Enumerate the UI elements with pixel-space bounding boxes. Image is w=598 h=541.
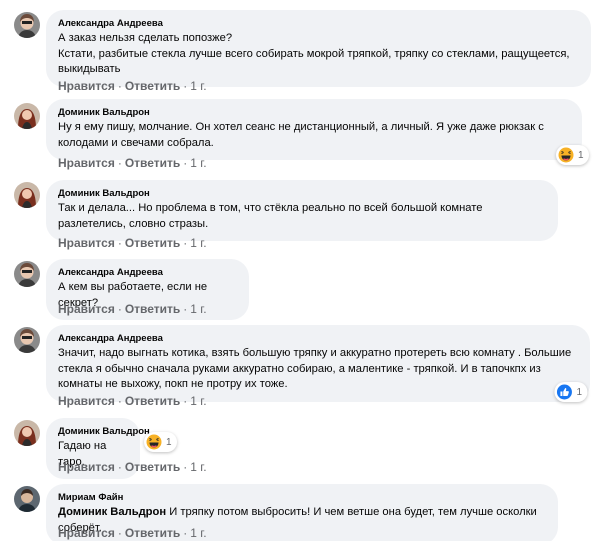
comment-time[interactable]: 1 г. <box>190 394 206 408</box>
like-button[interactable]: Нравится <box>58 394 115 408</box>
like-icon <box>556 384 572 400</box>
avatar[interactable] <box>14 12 40 38</box>
comment-time[interactable]: 1 г. <box>190 79 206 93</box>
like-button[interactable]: Нравится <box>58 302 115 316</box>
reply-button[interactable]: Ответить <box>125 526 180 540</box>
like-button[interactable]: Нравится <box>58 79 115 93</box>
comment-actions: Нравится · Ответить · 1 г. <box>58 236 207 250</box>
like-button[interactable]: Нравится <box>58 156 115 170</box>
reaction-count: 1 <box>576 386 582 398</box>
comment-text: Так и делала... Но проблема в том, что с… <box>58 202 483 230</box>
comment-time[interactable]: 1 г. <box>190 302 206 316</box>
comment-text: Ну я ему пишу, молчание. Он хотел сеанс … <box>58 121 544 149</box>
comment-author[interactable]: Мириам Файн <box>58 492 546 504</box>
comment-author[interactable]: Александра Андреева <box>58 267 237 279</box>
comment-bubble: Александра Андреева Значит, надо выгнать… <box>46 325 590 402</box>
comment-bubble: Доминик Вальдрон Так и делала... Но проб… <box>46 180 558 241</box>
comment-text: Значит, надо выгнать котика, взять больш… <box>58 347 572 390</box>
reply-button[interactable]: Ответить <box>125 79 180 93</box>
comment-author[interactable]: Александра Андреева <box>58 18 579 30</box>
comment-actions: Нравится · Ответить · 1 г. <box>58 302 207 316</box>
like-button[interactable]: Нравится <box>58 460 115 474</box>
reaction-count: 1 <box>166 436 172 448</box>
comment-actions: Нравится · Ответить · 1 г. <box>58 460 207 474</box>
avatar[interactable] <box>14 486 40 512</box>
reaction-summary[interactable]: 1 <box>556 145 589 165</box>
avatar[interactable] <box>14 420 40 446</box>
haha-icon <box>146 434 162 450</box>
comment-actions: Нравится · Ответить · 1 г. <box>58 394 207 408</box>
reply-button[interactable]: Ответить <box>125 460 180 474</box>
comment-bubble: Александра Андреева А заказ нельзя сдела… <box>46 10 591 87</box>
reply-button[interactable]: Ответить <box>125 302 180 316</box>
reply-button[interactable]: Ответить <box>125 236 180 250</box>
like-button[interactable]: Нравится <box>58 526 115 540</box>
comment-author[interactable]: Доминик Вальдрон <box>58 426 150 438</box>
avatar[interactable] <box>14 327 40 353</box>
comment-author[interactable]: Доминик Вальдрон <box>58 107 570 119</box>
reaction-summary[interactable]: 1 <box>554 382 587 402</box>
avatar[interactable] <box>14 103 40 129</box>
comment-text: А заказ нельзя сделать попозже? Кстати, … <box>58 32 570 75</box>
avatar[interactable] <box>14 261 40 287</box>
mention-link[interactable]: Доминик Вальдрон <box>58 506 166 518</box>
reaction-count: 1 <box>578 149 584 161</box>
comment-time[interactable]: 1 г. <box>190 156 206 170</box>
comment-actions: Нравится · Ответить · 1 г. <box>58 79 207 93</box>
comment-actions: Нравится · Ответить · 1 г. <box>58 156 207 170</box>
comment-bubble: Доминик Вальдрон Ну я ему пишу, молчание… <box>46 99 582 160</box>
like-button[interactable]: Нравится <box>58 236 115 250</box>
comment-actions: Нравится · Ответить · 1 г. <box>58 526 207 540</box>
comment-time[interactable]: 1 г. <box>190 526 206 540</box>
reaction-summary[interactable]: 1 <box>144 432 177 452</box>
avatar[interactable] <box>14 182 40 208</box>
comment-time[interactable]: 1 г. <box>190 460 206 474</box>
haha-icon <box>558 147 574 163</box>
comment-author[interactable]: Александра Андреева <box>58 333 578 345</box>
reply-button[interactable]: Ответить <box>125 394 180 408</box>
comment-author[interactable]: Доминик Вальдрон <box>58 188 546 200</box>
reply-button[interactable]: Ответить <box>125 156 180 170</box>
comment-time[interactable]: 1 г. <box>190 236 206 250</box>
